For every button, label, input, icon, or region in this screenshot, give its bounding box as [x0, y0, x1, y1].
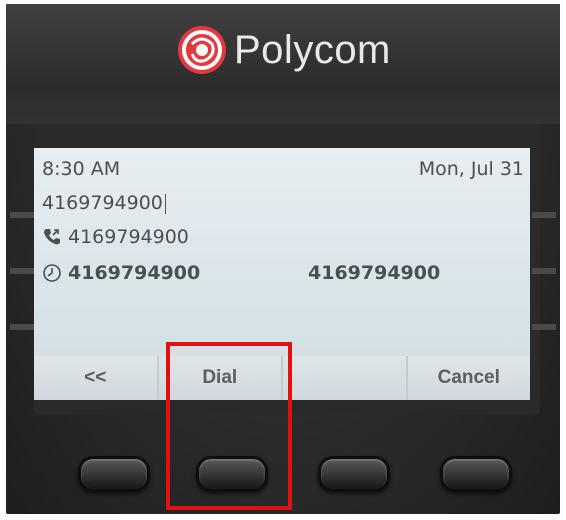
hardware-softkey-3[interactable] — [318, 456, 390, 492]
hardware-softkey-4[interactable] — [440, 456, 512, 492]
phone-icon — [44, 229, 60, 245]
bezel-notch — [10, 268, 34, 274]
softkey-blank[interactable] — [281, 356, 406, 400]
suggestion-item-2[interactable]: 4169794900 — [308, 262, 440, 284]
suggestion-number: 4169794900 — [68, 262, 201, 284]
status-date: Mon, Jul 31 — [418, 158, 524, 180]
clock-icon — [43, 264, 61, 282]
dial-entry-field[interactable]: 4169794900 — [42, 192, 166, 214]
bezel-notch — [532, 212, 556, 218]
bezel-notch — [10, 212, 34, 218]
top-bezel: Polycom — [6, 4, 560, 124]
call-log-item[interactable]: 4169794900 — [42, 226, 189, 248]
suggestion-item[interactable]: 4169794900 — [42, 262, 200, 284]
text-cursor — [164, 193, 166, 214]
polycom-logo-icon — [178, 26, 226, 74]
softkey-back[interactable]: << — [34, 356, 157, 400]
dial-entry-value: 4169794900 — [42, 192, 163, 214]
bezel-notch — [532, 268, 556, 274]
highlight-box — [166, 342, 292, 510]
bezel-notch — [10, 324, 34, 330]
brand-logo: Polycom — [176, 20, 391, 80]
call-log-number: 4169794900 — [68, 226, 189, 248]
brand-name: Polycom — [234, 27, 391, 72]
status-time: 8:30 AM — [42, 158, 121, 180]
bezel-notch — [532, 324, 556, 330]
hardware-softkey-1[interactable] — [78, 456, 150, 492]
softkey-cancel[interactable]: Cancel — [405, 356, 530, 400]
